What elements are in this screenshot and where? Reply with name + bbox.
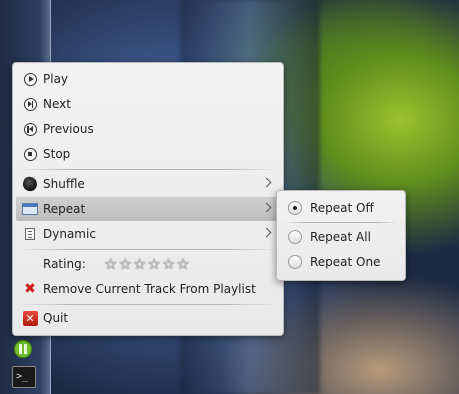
radio-button[interactable] [288,230,302,244]
next-circle-icon [22,96,38,112]
radio-button-checked[interactable] [288,201,302,215]
menu-item-next[interactable]: Next [16,92,280,116]
player-context-menu: Play Next Previous Stop Shuffle Repeat D… [12,62,284,336]
star-icon[interactable]: ☆ [104,257,117,272]
menu-item-label: Next [43,97,71,111]
shuffle-die-icon [21,175,39,193]
submenu-item-repeat-one[interactable]: Repeat One [280,250,402,274]
submenu-item-repeat-off[interactable]: Repeat Off [280,196,402,220]
repeat-window-icon [22,201,38,217]
menu-separator [283,222,399,223]
terminal-icon[interactable]: >_ [12,366,36,388]
submenu-item-label: Repeat Off [310,201,374,215]
star-icon[interactable]: ☆ [118,257,131,272]
submenu-item-label: Repeat All [310,230,371,244]
menu-item-label: Quit [43,311,69,325]
menu-separator [19,249,277,250]
menu-item-label: Repeat [43,202,86,216]
previous-circle-icon [22,121,38,137]
submenu-item-label: Repeat One [310,255,381,269]
menu-item-label: Shuffle [43,177,85,191]
menu-separator [19,169,277,170]
menu-item-label: Remove Current Track From Playlist [43,282,256,296]
rating-stars[interactable]: ☆ ☆ ☆ ☆ ☆ ☆ [104,257,190,272]
rating-label: Rating: [43,257,86,271]
star-icon[interactable]: ☆ [147,257,160,272]
menu-item-shuffle[interactable]: Shuffle [16,172,280,196]
submenu-arrow-icon [261,202,272,213]
menu-item-dynamic[interactable]: Dynamic [16,222,280,246]
menu-item-repeat[interactable]: Repeat [16,197,280,221]
submenu-item-repeat-all[interactable]: Repeat All [280,225,402,249]
radio-button[interactable] [288,255,302,269]
menu-item-label: Previous [43,122,94,136]
menu-item-label: Play [43,72,69,86]
submenu-arrow-icon [261,177,272,188]
stop-circle-icon [22,146,38,162]
menu-item-stop[interactable]: Stop [16,142,280,166]
pause-tray-icon[interactable] [14,340,32,358]
red-x-icon: ✖ [24,281,36,297]
menu-item-label: Stop [43,147,71,161]
repeat-submenu: Repeat Off Repeat All Repeat One [276,190,406,281]
play-circle-icon [22,71,38,87]
menu-separator [19,304,277,305]
menu-item-previous[interactable]: Previous [16,117,280,141]
submenu-arrow-icon [261,227,272,238]
menu-item-remove-track[interactable]: ✖ Remove Current Track From Playlist [16,277,280,301]
star-icon[interactable]: ☆ [176,257,189,272]
star-icon[interactable]: ☆ [133,257,146,272]
quit-icon: ✕ [22,310,38,326]
menu-item-label: Dynamic [43,227,96,241]
star-icon[interactable]: ☆ [162,257,175,272]
menu-item-quit[interactable]: ✕ Quit [16,306,280,330]
menu-item-play[interactable]: Play [16,67,280,91]
dynamic-playlist-icon [22,226,38,242]
rating-row: Rating: ☆ ☆ ☆ ☆ ☆ ☆ [16,252,280,276]
